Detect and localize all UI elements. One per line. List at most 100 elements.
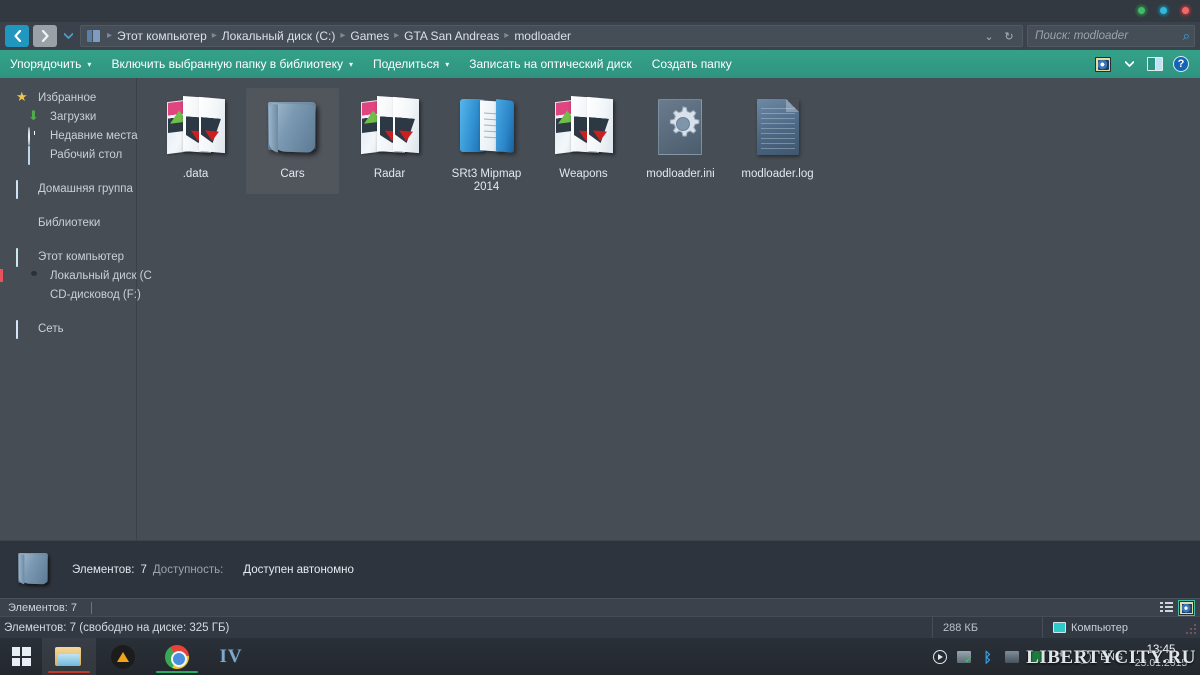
- sidebar-item-cd-drive-f[interactable]: CD-дисковод (F:): [0, 285, 141, 304]
- status-computer: Компьютер: [1042, 616, 1182, 639]
- flag-icon[interactable]: [1028, 649, 1044, 664]
- file-list[interactable]: .data Cars Radar SRt3 Mipmap 2014 Weapon…: [137, 78, 1200, 540]
- breadcrumb-separator: ▸: [211, 30, 217, 41]
- file-item-radar[interactable]: Radar: [343, 88, 436, 194]
- sidebar-item-local-disk-c[interactable]: Локальный диск (C: [0, 266, 152, 285]
- media-player-icon[interactable]: [932, 649, 947, 664]
- toolbar-item-include-in-library[interactable]: Включить выбранную папку в библиотеку ▾: [101, 50, 363, 78]
- window-body: ★ Избранное ⬇ Загрузки Недавние места Ра…: [0, 78, 1200, 540]
- ini-file-icon: [646, 94, 716, 160]
- volume-icon[interactable]: [1004, 649, 1019, 664]
- file-item-srt3-mipmap-2014[interactable]: SRt3 Mipmap 2014: [440, 88, 533, 194]
- taskbar: IV ᛒ ᴴᴵ ENG 13:45 23.01.2015: [0, 638, 1200, 675]
- taskbar-item-gta-iv[interactable]: IV: [204, 638, 258, 675]
- toolbar-right-group: ?: [1092, 54, 1200, 74]
- toolbar-label: Записать на оптический диск: [469, 57, 632, 71]
- gta-iv-icon: IV: [219, 645, 243, 667]
- breadcrumb-separator: ▸: [394, 30, 400, 41]
- cd-drive-icon: [28, 287, 44, 302]
- libraries-icon: [16, 215, 32, 230]
- toolbar-item-share[interactable]: Поделиться ▾: [363, 50, 459, 78]
- title-bar: [0, 0, 1200, 22]
- breadcrumb-item-3[interactable]: GTA San Andreas: [401, 26, 502, 46]
- status-summary: Элементов: 7 (свободно на диске: 325 ГБ): [4, 621, 230, 634]
- address-dropdown-button[interactable]: ⌄: [980, 26, 998, 46]
- chevron-left-icon: [13, 30, 21, 42]
- details-pane: Элементов: 7 Доступность: Доступен автон…: [0, 540, 1200, 598]
- clock-date: 23.01.2015: [1134, 656, 1188, 669]
- texture-folder-icon: [355, 94, 425, 160]
- fan-icon[interactable]: [1076, 649, 1091, 664]
- sidebar-item-recent-places[interactable]: Недавние места: [0, 126, 138, 146]
- sidebar-item-label: Избранное: [38, 91, 97, 104]
- thumbnail-view-icon[interactable]: [1178, 599, 1195, 616]
- taskbar-item-chrome[interactable]: [150, 638, 204, 675]
- back-button[interactable]: [5, 25, 29, 47]
- book-folder-icon: [452, 94, 522, 160]
- details-availability-value: Доступен автономно: [243, 563, 354, 576]
- breadcrumb[interactable]: ▸ Этот компьютер ▸ Локальный диск (C:) ▸…: [80, 25, 1023, 47]
- preview-pane-icon[interactable]: [1144, 54, 1166, 74]
- toolbar-label: Упорядочить: [10, 57, 82, 71]
- file-item-cars[interactable]: Cars: [246, 88, 339, 194]
- breadcrumb-separator: ▸: [107, 30, 113, 41]
- sidebar-item-desktop[interactable]: Рабочий стол: [0, 145, 136, 165]
- sidebar-item-network[interactable]: Сеть: [0, 319, 136, 339]
- active-indicator: [156, 670, 198, 673]
- breadcrumb-item-1[interactable]: Локальный диск (C:): [219, 26, 339, 46]
- breadcrumb-item-0[interactable]: Этот компьютер: [114, 26, 210, 46]
- list-view-icon[interactable]: [1160, 602, 1173, 613]
- folder-icon: [87, 30, 101, 42]
- details-items-label: Элементов:: [72, 563, 135, 576]
- resize-grip[interactable]: [1186, 621, 1198, 634]
- forward-button[interactable]: [33, 25, 57, 47]
- breadcrumb-item-2[interactable]: Games: [347, 26, 392, 46]
- sidebar-item-label: Сеть: [38, 322, 64, 335]
- file-item-weapons[interactable]: Weapons: [537, 88, 630, 194]
- sidebar-item-downloads[interactable]: ⬇ Загрузки: [0, 107, 136, 126]
- view-options-icon[interactable]: [1092, 54, 1114, 74]
- file-name: Cars: [280, 168, 305, 180]
- view-switcher: [1160, 599, 1200, 616]
- help-label: ?: [1173, 56, 1189, 72]
- bluetooth-icon[interactable]: ᛒ: [980, 649, 995, 664]
- clock[interactable]: 13:45 23.01.2015: [1132, 644, 1194, 670]
- breadcrumb-item-4[interactable]: modloader: [511, 26, 574, 46]
- start-button[interactable]: [0, 638, 42, 675]
- language-indicator[interactable]: ENG: [1100, 651, 1123, 663]
- search-input[interactable]: Поиск: modloader ⌕: [1027, 25, 1195, 47]
- maximize-button[interactable]: [1157, 4, 1170, 17]
- windows-logo-icon: [11, 647, 31, 666]
- toolbar-item-organize[interactable]: Упорядочить ▾: [0, 50, 101, 78]
- clock-time: 13:45: [1146, 643, 1176, 656]
- help-icon[interactable]: ?: [1170, 54, 1192, 74]
- file-item-modloader-ini[interactable]: modloader.ini: [634, 88, 727, 194]
- breadcrumb-separator: ▸: [340, 30, 346, 41]
- taskbar-item-explorer[interactable]: [42, 638, 96, 675]
- taskbar-item-aimp[interactable]: [96, 638, 150, 675]
- history-dropdown-button[interactable]: [60, 25, 76, 47]
- chevron-down-icon: ▾: [348, 59, 353, 69]
- toolbar-label: Создать папку: [651, 57, 732, 71]
- toolbar-item-new-folder[interactable]: Создать папку: [642, 50, 742, 78]
- sidebar-item-this-pc[interactable]: Этот компьютер: [0, 247, 136, 267]
- chevron-down-icon[interactable]: [1118, 54, 1140, 74]
- keyboard-layout-icon[interactable]: ᴴᴵ: [1052, 649, 1067, 664]
- sidebar-item-libraries[interactable]: Библиотеки: [0, 213, 136, 232]
- sidebar-item-label: Домашняя группа: [38, 182, 133, 195]
- sidebar-item-label: Локальный диск (C: [50, 269, 152, 282]
- minimize-button[interactable]: [1135, 4, 1148, 17]
- toolbar-item-burn-to-disc[interactable]: Записать на оптический диск: [459, 50, 642, 78]
- sidebar-item-homegroup[interactable]: Домашняя группа: [0, 179, 136, 199]
- refresh-button[interactable]: ↻: [1000, 26, 1018, 46]
- file-name: modloader.log: [741, 168, 814, 180]
- status-size: 288 КБ: [932, 616, 1042, 639]
- network-icon[interactable]: [956, 649, 973, 666]
- active-indicator: [48, 670, 90, 673]
- sidebar-item-favorites[interactable]: ★ Избранное: [0, 88, 136, 107]
- plain-folder-icon: [258, 94, 328, 160]
- close-button[interactable]: [1179, 4, 1192, 17]
- file-item-modloader-log[interactable]: modloader.log: [731, 88, 824, 194]
- address-bar: ▸ Этот компьютер ▸ Локальный диск (C:) ▸…: [0, 22, 1200, 50]
- file-item-data[interactable]: .data: [149, 88, 242, 194]
